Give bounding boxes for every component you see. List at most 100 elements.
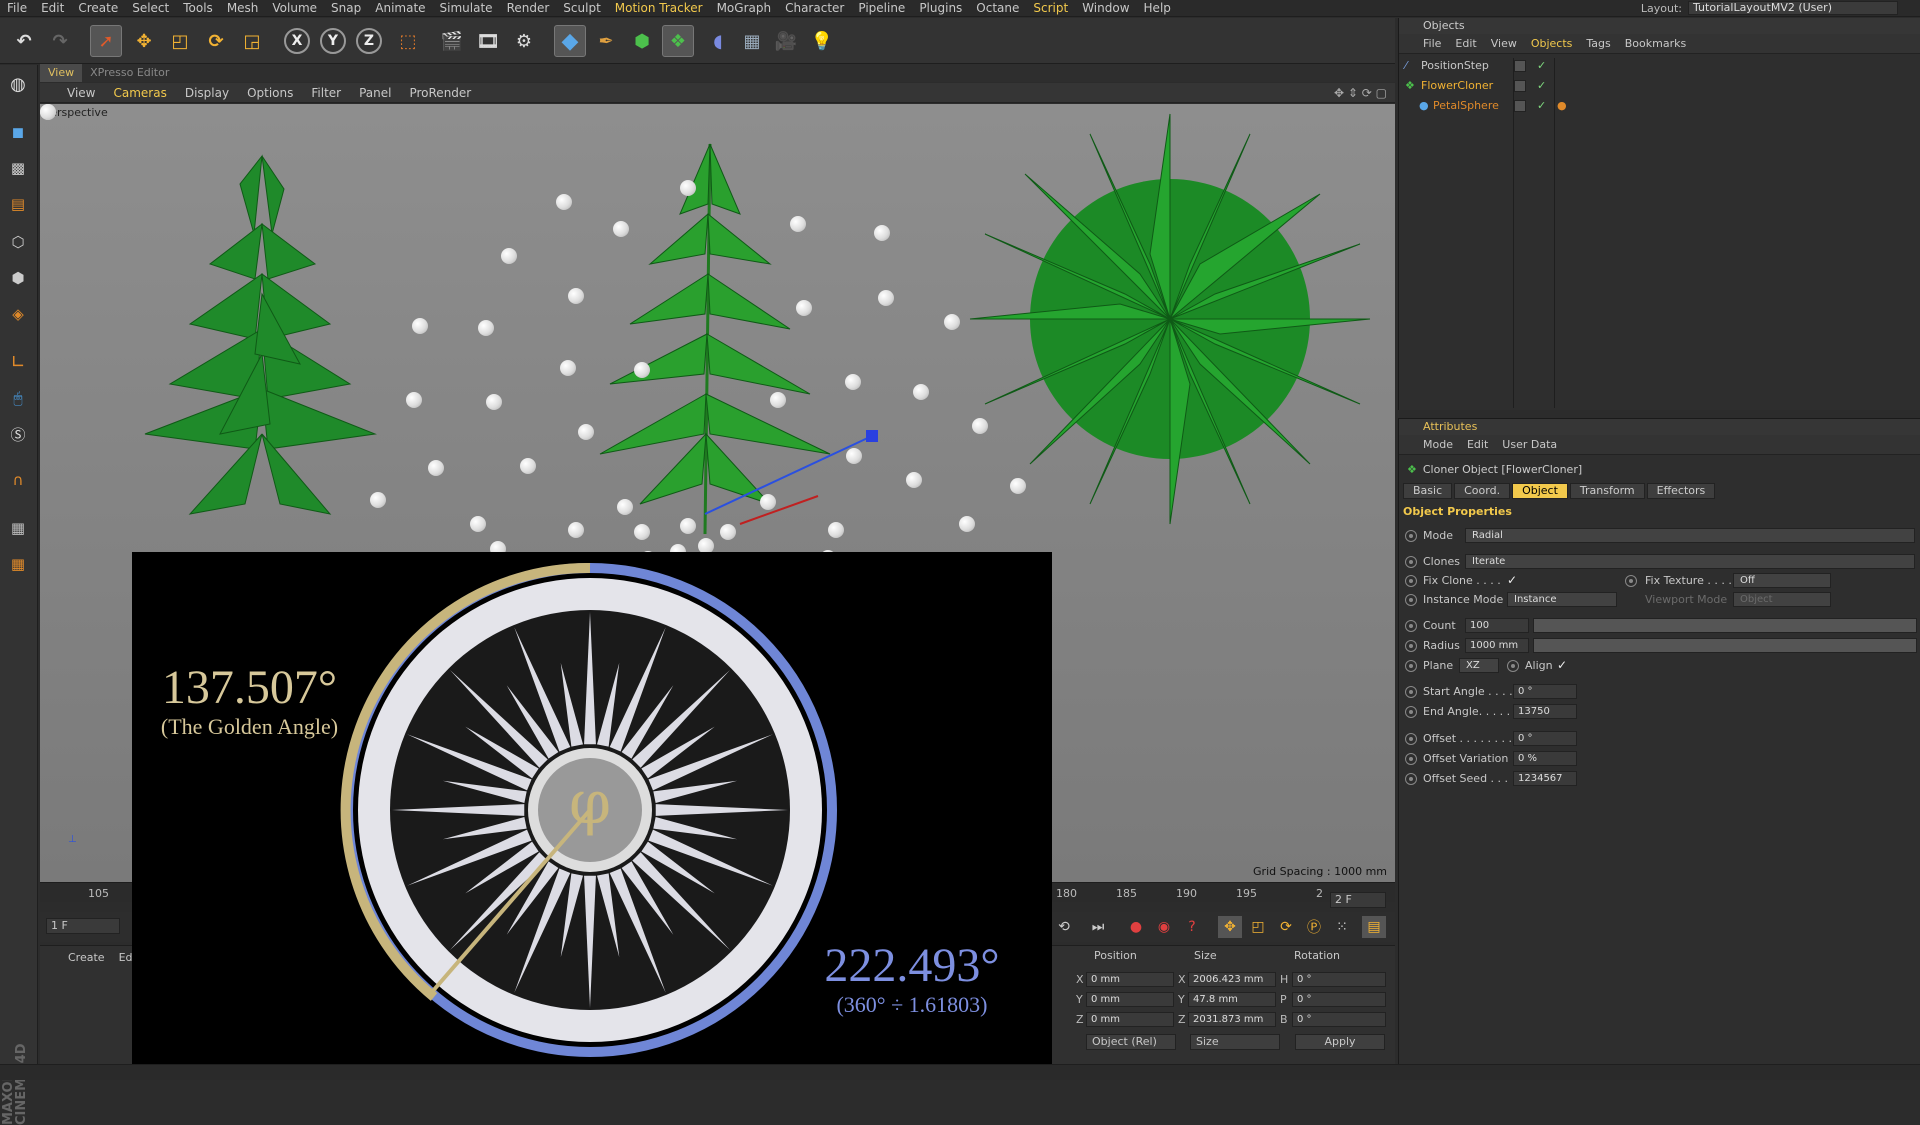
pen-icon[interactable]: ✒	[590, 25, 622, 57]
attributes-menu-user-data[interactable]: User Data	[1502, 438, 1557, 451]
redo-icon[interactable]: ↷	[44, 25, 76, 57]
viewport-menu-cameras[interactable]: Cameras	[104, 86, 175, 100]
end-angle-field[interactable]: 13750	[1513, 704, 1577, 719]
apply-button[interactable]: Apply	[1295, 1034, 1385, 1050]
menu-script[interactable]: Script	[1026, 0, 1075, 17]
viewport-menu-filter[interactable]: Filter	[302, 86, 350, 100]
menu-plugins[interactable]: Plugins	[912, 0, 969, 17]
array-icon[interactable]: ❖	[662, 25, 694, 57]
objects-menu-tags[interactable]: Tags	[1586, 37, 1610, 50]
move-icon[interactable]: ✥	[128, 25, 160, 57]
tab-transform[interactable]: Transform	[1569, 483, 1645, 499]
fix-texture-dropdown[interactable]: Off	[1733, 573, 1831, 588]
visibility-toggle[interactable]	[1514, 80, 1526, 92]
count-field[interactable]: 100	[1465, 618, 1529, 633]
subdivision-icon[interactable]: ⬢	[626, 25, 658, 57]
tab-basic[interactable]: Basic	[1403, 483, 1453, 499]
tab-xpresso-editor[interactable]: XPresso Editor	[82, 64, 177, 82]
edges-mode-icon[interactable]: ⬢	[3, 263, 33, 293]
attributes-menu-edit[interactable]: Edit	[1467, 438, 1488, 451]
menu-create[interactable]: Create	[71, 0, 125, 17]
enabled-check-icon[interactable]: ✓	[1537, 76, 1546, 96]
deformer-icon[interactable]: ◖	[702, 25, 734, 57]
objects-menu-bookmarks[interactable]: Bookmarks	[1625, 37, 1686, 50]
position-x-field[interactable]: 0 mm	[1086, 972, 1174, 987]
animate-radio[interactable]	[1405, 660, 1417, 672]
count-slider[interactable]	[1533, 618, 1917, 633]
rotation-b-field[interactable]: 0 °	[1292, 1012, 1386, 1027]
magnet-icon[interactable]: ∩	[3, 465, 33, 495]
tab-effectors[interactable]: Effectors	[1646, 483, 1716, 499]
rotation-p-field[interactable]: 0 °	[1292, 992, 1386, 1007]
viewport-menu-options[interactable]: Options	[238, 86, 302, 100]
layout-dropdown[interactable]: TutorialLayoutMV2 (User)	[1688, 1, 1898, 15]
menu-tools[interactable]: Tools	[176, 0, 220, 17]
objects-menu-edit[interactable]: Edit	[1455, 37, 1476, 50]
radius-slider[interactable]	[1533, 638, 1917, 653]
coordinate-system-icon[interactable]: ⬚	[392, 25, 424, 57]
enabled-check-icon[interactable]: ✓	[1537, 56, 1546, 76]
current-frame-field[interactable]: 1 F	[46, 918, 120, 934]
material-menu-create[interactable]: Create	[68, 951, 105, 964]
menu-simulate[interactable]: Simulate	[433, 0, 500, 17]
object-row-petalsphere[interactable]: ● PetalSphere ✓ ●	[1399, 96, 1920, 116]
menu-octane[interactable]: Octane	[969, 0, 1026, 17]
animate-radio[interactable]	[1405, 753, 1417, 765]
timeline-icon[interactable]: ▤	[1362, 916, 1386, 938]
visibility-toggle[interactable]	[1514, 100, 1526, 112]
autokey-icon[interactable]: ◉	[1152, 916, 1176, 938]
animate-radio[interactable]	[1405, 620, 1417, 632]
animate-radio[interactable]	[1405, 706, 1417, 718]
model-mode-icon[interactable]: ◼	[3, 117, 33, 147]
tab-view[interactable]: View	[40, 64, 83, 82]
rotation-h-field[interactable]: 0 °	[1292, 972, 1386, 987]
scale-key-icon[interactable]: ◰	[1246, 916, 1270, 938]
objects-menu-file[interactable]: File	[1423, 37, 1441, 50]
animate-radio[interactable]	[1405, 733, 1417, 745]
radius-field[interactable]: 1000 mm	[1465, 638, 1529, 653]
menu-sculpt[interactable]: Sculpt	[556, 0, 607, 17]
viewport-nav-icons[interactable]: ✥ ⇕ ⟳ ▢	[1334, 86, 1387, 100]
grid-snap-icon[interactable]: ▦	[3, 549, 33, 579]
animate-radio[interactable]	[1507, 660, 1519, 672]
viewport-menu-display[interactable]: Display	[176, 86, 238, 100]
position-y-field[interactable]: 0 mm	[1086, 992, 1174, 1007]
camera-icon[interactable]: 🎥	[770, 25, 802, 57]
instance-mode-dropdown[interactable]: Instance	[1507, 592, 1617, 607]
mode-dropdown[interactable]: Radial	[1465, 528, 1915, 543]
recent-tool-icon[interactable]: ◲	[236, 25, 268, 57]
polygons-mode-icon[interactable]: ◈	[3, 299, 33, 329]
render-view-icon[interactable]: 🎬	[436, 25, 468, 57]
objects-menu-objects[interactable]: Objects	[1531, 37, 1573, 50]
position-key-icon[interactable]: ✥	[1218, 916, 1242, 938]
plane-dropdown[interactable]: XZ	[1459, 658, 1499, 673]
mode-toggle-icon[interactable]: ◍	[3, 69, 33, 99]
size-x-field[interactable]: 2006.423 mm	[1188, 972, 1276, 987]
point-level-icon[interactable]: ⁙	[1330, 916, 1354, 938]
rotation-key-icon[interactable]: ⟳	[1274, 916, 1298, 938]
end-frame-field[interactable]: 2 F	[1330, 892, 1386, 908]
clones-dropdown[interactable]: Iterate	[1465, 554, 1915, 569]
objects-menu-view[interactable]: View	[1491, 37, 1517, 50]
visibility-toggle[interactable]	[1514, 60, 1526, 72]
points-mode-icon[interactable]: ⬡	[3, 227, 33, 257]
menu-volume[interactable]: Volume	[265, 0, 324, 17]
grid-lock-icon[interactable]: ▦	[3, 513, 33, 543]
animate-radio[interactable]	[1405, 556, 1417, 568]
parameter-key-icon[interactable]: Ⓟ	[1302, 916, 1326, 938]
material-tag-icon[interactable]: ●	[1557, 96, 1567, 116]
rotate-icon[interactable]: ⟳	[200, 25, 232, 57]
loop-icon[interactable]: ⟲	[1052, 916, 1076, 938]
keyframe-selection-icon[interactable]: ?	[1180, 916, 1204, 938]
size-z-field[interactable]: 2031.873 mm	[1188, 1012, 1276, 1027]
workplane-mode-icon[interactable]: ▤	[3, 189, 33, 219]
offset-field[interactable]: 0 °	[1513, 731, 1577, 746]
light-icon[interactable]: 💡	[806, 25, 838, 57]
viewport-menu-panel[interactable]: Panel	[350, 86, 400, 100]
menu-help[interactable]: Help	[1137, 0, 1178, 17]
animate-radio[interactable]	[1405, 575, 1417, 587]
start-angle-field[interactable]: 0 °	[1513, 684, 1577, 699]
position-z-field[interactable]: 0 mm	[1086, 1012, 1174, 1027]
axis-mode-icon[interactable]: ∟	[3, 347, 33, 377]
animate-radio[interactable]	[1405, 773, 1417, 785]
